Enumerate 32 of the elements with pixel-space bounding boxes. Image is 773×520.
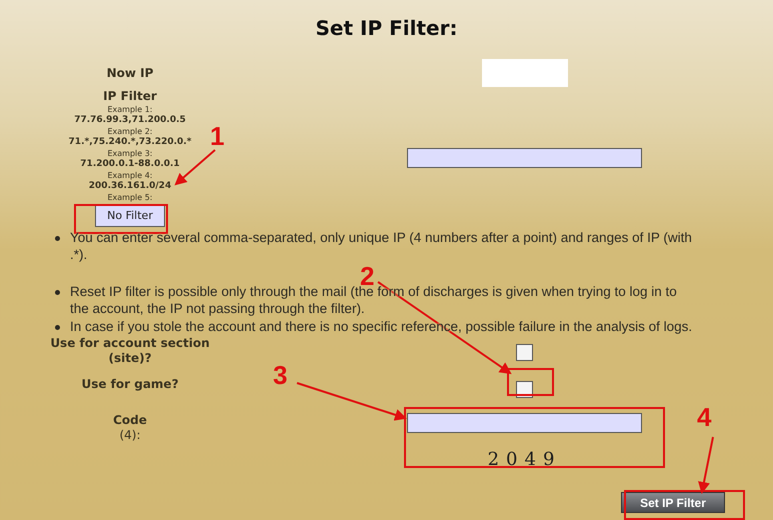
page-title: Set IP Filter:: [314, 15, 458, 41]
example-caption: Example 4:: [107, 170, 153, 181]
example-caption: Example 3:: [107, 148, 153, 159]
example-value: 200.36.161.0/24: [88, 181, 172, 192]
example-value: 71.*,75.240.*,73.220.0.*: [68, 137, 192, 148]
bullet-icon: [55, 290, 60, 295]
field-label: Code: [113, 413, 147, 428]
example-caption: Example 5:: [107, 192, 153, 203]
ip-filter-field[interactable]: [407, 148, 642, 168]
no-filter-button[interactable]: No Filter: [95, 204, 165, 227]
field-label: Now IP: [106, 66, 154, 81]
example-value: 77.76.99.3,71.200.0.5: [74, 115, 186, 126]
example-caption: Example 1:: [107, 104, 153, 115]
highlight-frame: [507, 368, 554, 396]
option-label: Use for game?: [80, 377, 180, 392]
field-hint: (4):: [119, 428, 141, 443]
example-caption: Example 2:: [107, 126, 153, 137]
option-label: Use for account section (site)?: [49, 336, 211, 366]
bullet-icon: [55, 236, 60, 241]
checkbox[interactable]: [516, 344, 533, 361]
example-value: 71.200.0.1-88.0.0.1: [80, 159, 180, 170]
bullet-icon: [55, 325, 60, 330]
code-field[interactable]: [407, 413, 642, 433]
callout-number: 4: [697, 408, 712, 427]
callout-number: 1: [210, 127, 224, 146]
callout-number: 2: [360, 267, 374, 286]
callout-number: 3: [273, 366, 288, 385]
arrow: [698, 436, 714, 494]
captcha-image: 2049: [486, 449, 562, 471]
set-filter-button[interactable]: Set IP Filter: [621, 492, 725, 513]
field-label: IP Filter: [103, 89, 157, 104]
note-text: You can enter several comma-separated, only unique IP (4 numbers after a point) and ranges of IP (with .*).: [70, 229, 693, 263]
